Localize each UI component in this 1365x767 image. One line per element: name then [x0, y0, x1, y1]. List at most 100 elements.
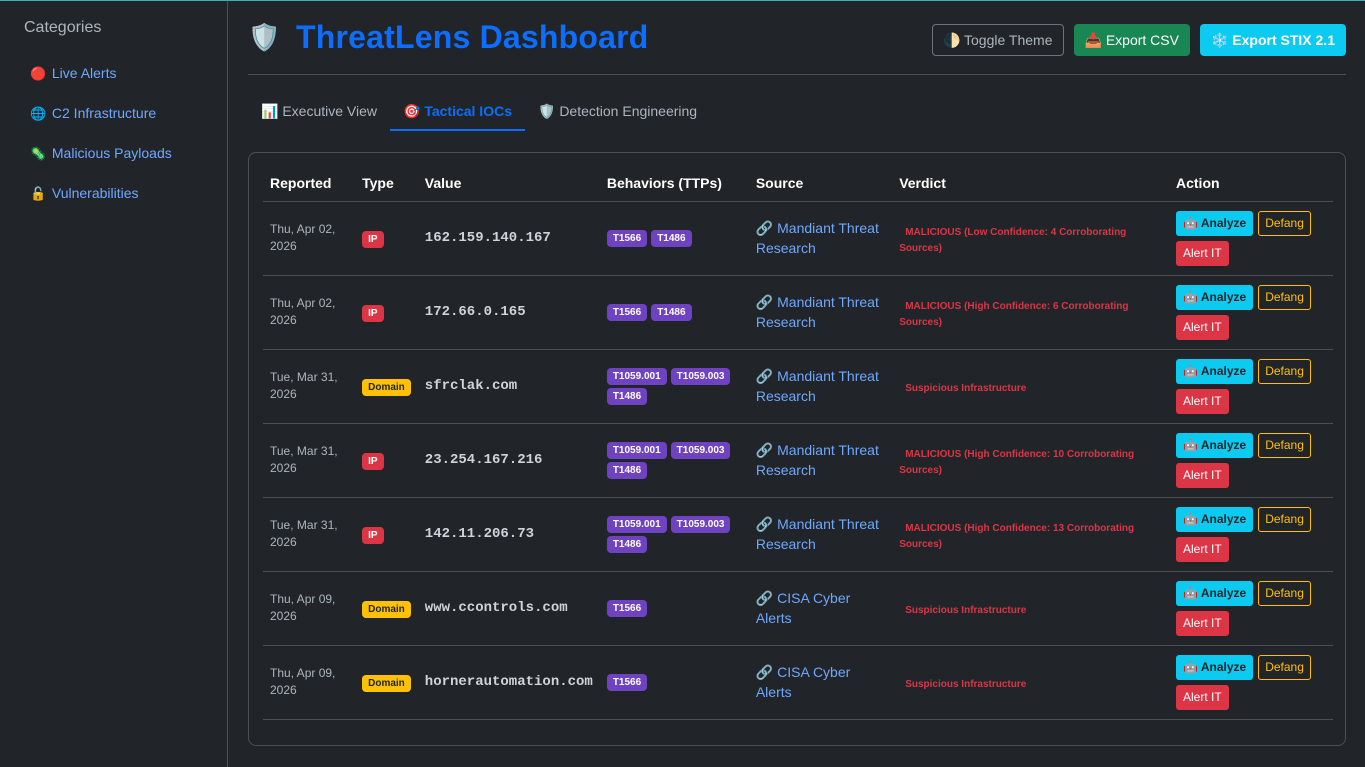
verdict-text: Suspicious Infrastructure: [905, 679, 1027, 690]
header-behaviors: Behaviors (TTPs): [599, 165, 749, 202]
reported-cell: Thu, Apr 02, 2026: [263, 275, 356, 350]
ttp-badge: T1486: [606, 387, 648, 405]
verdict-cell: MALICIOUS (High Confidence: 6 Corroborat…: [892, 275, 1169, 350]
sidebar-item-label: Malicious Payloads: [51, 145, 172, 161]
type-badge: Domain: [362, 378, 411, 396]
ioc-value: 142.11.206.73: [417, 497, 600, 572]
reported-date: Thu, Apr 02,: [270, 222, 336, 236]
reported-year: 2026: [270, 535, 297, 549]
action-cell: 🤖 Analyze Defang Alert IT: [1169, 497, 1333, 572]
reported-date: Thu, Apr 09,: [270, 666, 336, 680]
analyze-button[interactable]: 🤖 Analyze: [1176, 358, 1254, 384]
analyze-button[interactable]: 🤖 Analyze: [1176, 506, 1254, 532]
type-cell: Domain: [355, 571, 418, 646]
source-link[interactable]: 🔗 Mandiant Threat Research: [756, 516, 879, 552]
sidebar-item-malicious-payloads[interactable]: 🦠 Malicious Payloads: [24, 141, 227, 181]
table-row: Tue, Mar 31, 2026 IP 23.254.167.216 T105…: [263, 423, 1333, 498]
defang-button[interactable]: Defang: [1258, 284, 1311, 310]
tab-tactical-iocs[interactable]: 🎯 Tactical IOCs: [390, 95, 525, 131]
source-cell: 🔗 Mandiant Threat Research: [748, 201, 893, 276]
sidebar-item-vulnerabilities[interactable]: 🔓 Vulnerabilities: [24, 181, 227, 221]
table-row: Thu, Apr 09, 2026 Domain hornerautomatio…: [263, 645, 1333, 720]
action-cell: 🤖 Analyze Defang Alert IT: [1169, 645, 1333, 720]
reported-date: Thu, Apr 09,: [270, 592, 336, 606]
reported-cell: Tue, Mar 31, 2026: [263, 497, 356, 572]
header-source: Source: [748, 165, 893, 202]
ttp-badge: T1059.003: [670, 441, 731, 459]
sidebar: Categories 🔴 Live Alerts 🌐 C2 Infrastruc…: [0, 1, 228, 767]
source-cell: 🔗 Mandiant Threat Research: [748, 497, 893, 572]
sidebar-title: Categories: [24, 19, 102, 36]
type-badge: Domain: [362, 674, 411, 692]
source-link[interactable]: 🔗 Mandiant Threat Research: [756, 442, 879, 478]
export-csv-button[interactable]: 📥 Export CSV: [1073, 24, 1190, 56]
verdict-text: MALICIOUS (Low Confidence: 4 Corroborati…: [899, 227, 1127, 254]
analyze-button[interactable]: 🤖 Analyze: [1176, 432, 1254, 458]
defang-button[interactable]: Defang: [1258, 358, 1311, 384]
defang-button[interactable]: Defang: [1258, 580, 1311, 606]
source-link[interactable]: 🔗 CISA Cyber Alerts: [756, 664, 850, 700]
ioc-value: hornerautomation.com: [417, 645, 600, 720]
alert-it-button[interactable]: Alert IT: [1176, 462, 1229, 488]
header-type: Type: [355, 165, 418, 202]
defang-button[interactable]: Defang: [1258, 432, 1311, 458]
reported-year: 2026: [270, 683, 297, 697]
reported-year: 2026: [270, 387, 297, 401]
alert-it-button[interactable]: Alert IT: [1176, 610, 1229, 636]
header-reported: Reported: [263, 165, 356, 202]
source-link[interactable]: 🔗 Mandiant Threat Research: [756, 368, 879, 404]
defang-button[interactable]: Defang: [1258, 210, 1311, 236]
type-badge: Domain: [362, 600, 411, 618]
ttps-cell: T1566 T1486: [599, 201, 749, 276]
type-cell: IP: [355, 497, 418, 572]
analyze-button[interactable]: 🤖 Analyze: [1176, 210, 1254, 236]
table-row: Thu, Apr 09, 2026 Domain www.ccontrols.c…: [263, 571, 1333, 646]
source-link[interactable]: 🔗 CISA Cyber Alerts: [756, 590, 850, 626]
defang-button[interactable]: Defang: [1258, 654, 1311, 680]
analyze-button[interactable]: 🤖 Analyze: [1176, 654, 1254, 680]
verdict-cell: Suspicious Infrastructure: [892, 571, 1169, 646]
ttp-badge: T1566: [606, 599, 648, 617]
defang-button[interactable]: Defang: [1258, 506, 1311, 532]
table-row: Tue, Mar 31, 2026 IP 142.11.206.73 T1059…: [263, 497, 1333, 572]
unlock-icon: 🔓: [30, 186, 47, 201]
page-title: 🛡️ ThreatLens Dashboard: [248, 19, 649, 56]
verdict-cell: MALICIOUS (Low Confidence: 4 Corroborati…: [892, 201, 1169, 276]
alert-it-button[interactable]: Alert IT: [1176, 684, 1229, 710]
alert-it-button[interactable]: Alert IT: [1176, 240, 1229, 266]
analyze-button[interactable]: 🤖 Analyze: [1176, 284, 1254, 310]
ttps-cell: T1059.001 T1059.003 T1486: [599, 349, 749, 424]
alert-it-button[interactable]: Alert IT: [1176, 388, 1229, 414]
tab-detection-engineering[interactable]: 🛡️ Detection Engineering: [525, 95, 710, 131]
action-cell: 🤖 Analyze Defang Alert IT: [1169, 423, 1333, 498]
action-cell: 🤖 Analyze Defang Alert IT: [1169, 275, 1333, 350]
type-cell: IP: [355, 423, 418, 498]
source-link[interactable]: 🔗 Mandiant Threat Research: [756, 294, 879, 330]
verdict-cell: Suspicious Infrastructure: [892, 349, 1169, 424]
globe-icon: 🌐: [30, 106, 47, 121]
reported-year: 2026: [270, 461, 297, 475]
shield-icon: 🛡️: [248, 22, 281, 52]
verdict-text: MALICIOUS (High Confidence: 13 Corrobora…: [899, 523, 1135, 550]
alert-it-button[interactable]: Alert IT: [1176, 536, 1229, 562]
action-cell: 🤖 Analyze Defang Alert IT: [1169, 571, 1333, 646]
type-cell: IP: [355, 275, 418, 350]
sidebar-item-c2-infrastructure[interactable]: 🌐 C2 Infrastructure: [24, 101, 227, 141]
alert-it-button[interactable]: Alert IT: [1176, 314, 1229, 340]
ioc-value: 23.254.167.216: [417, 423, 600, 498]
reported-date: Tue, Mar 31,: [270, 370, 338, 384]
toggle-theme-button[interactable]: 🌓 Toggle Theme: [931, 24, 1064, 56]
reported-cell: Thu, Apr 09, 2026: [263, 571, 356, 646]
tab-executive-view[interactable]: 📊 Executive View: [248, 95, 390, 131]
sidebar-item-label: Live Alerts: [51, 65, 117, 81]
sidebar-item-live-alerts[interactable]: 🔴 Live Alerts: [24, 61, 227, 101]
analyze-button[interactable]: 🤖 Analyze: [1176, 580, 1254, 606]
export-stix-button[interactable]: ❄️ Export STIX 2.1: [1199, 24, 1346, 56]
reported-year: 2026: [270, 313, 297, 327]
ttp-badge: T1059.003: [670, 515, 731, 533]
ioc-value: 162.159.140.167: [417, 201, 600, 276]
ttp-badge: T1566: [606, 673, 648, 691]
sidebar-item-label: C2 Infrastructure: [51, 105, 157, 121]
source-link[interactable]: 🔗 Mandiant Threat Research: [756, 220, 879, 256]
ttp-badge: T1566: [606, 229, 648, 247]
